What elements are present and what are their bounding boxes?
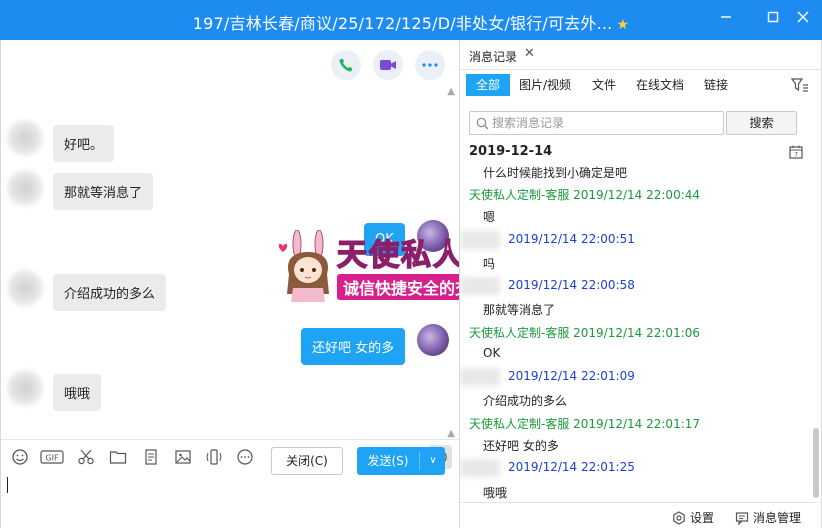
message-input[interactable] <box>1 473 460 513</box>
search-button[interactable]: 搜索 <box>726 111 797 135</box>
contact-avatar <box>7 370 43 406</box>
user-avatar <box>417 324 449 356</box>
maximize-icon[interactable] <box>761 8 785 32</box>
message-bubble: 那就等消息了 <box>53 173 154 210</box>
history-search-input[interactable] <box>492 115 720 131</box>
history-filter-row: 全部 图片/视频 文件 在线文档 链接 <box>460 74 822 96</box>
record-sender: 天使私人定制-客服 2019/12/14 22:00:44 <box>469 188 701 202</box>
settings-label: 设置 <box>690 511 715 525</box>
title-bar: 197/吉林长春/商议/25/172/125/D/非处女/银行/可去外... ★ <box>0 0 822 40</box>
emoji-icon[interactable] <box>11 448 29 466</box>
record-self-name <box>460 231 500 249</box>
history-panel: 消息记录 ✕ 全部 图片/视频 文件 在线文档 链接 搜索 2019-12-14… <box>459 40 822 528</box>
message-bubble: 还好吧 女的多 <box>301 328 406 365</box>
svg-text:7: 7 <box>794 152 798 159</box>
record-sender: 天使私人定制-客服 2019/12/14 22:01:17 <box>469 417 701 431</box>
record-text: 嗯 <box>483 210 496 224</box>
record-text: 那就等消息了 <box>483 303 556 317</box>
history-bottom-bar: 设置 消息管理 <box>460 502 822 528</box>
record-self-name <box>460 277 500 295</box>
star-icon[interactable]: ★ <box>616 17 629 33</box>
history-date: 2019-12-14 <box>469 144 553 159</box>
anime-girl-image <box>278 230 329 302</box>
record-self-time: 2019/12/14 22:00:51 <box>508 232 635 246</box>
image-icon[interactable] <box>174 448 192 466</box>
close-icon[interactable]: ✕ <box>524 46 535 61</box>
filter-files[interactable]: 文件 <box>592 74 616 96</box>
filter-links[interactable]: 链接 <box>704 74 728 96</box>
record-self-time: 2019/12/14 22:01:25 <box>508 460 635 474</box>
record-self-time: 2019/12/14 22:01:09 <box>508 369 635 383</box>
window-title: 197/吉林长春/商议/25/172/125/D/非处女/银行/可去外... ★ <box>192 14 630 33</box>
history-scrollbar[interactable] <box>813 428 819 498</box>
settings-button[interactable]: 设置 <box>672 509 714 526</box>
filter-media[interactable]: 图片/视频 <box>519 74 571 96</box>
send-button-divider <box>419 452 420 470</box>
contact-avatar <box>7 270 43 306</box>
message-manage-button[interactable]: 消息管理 <box>735 509 801 526</box>
search-icon <box>476 117 489 133</box>
record-text: 吗 <box>483 257 496 271</box>
scissors-icon[interactable] <box>77 448 95 466</box>
record-text: 介绍成功的多么 <box>483 394 568 408</box>
record-text: 什么时候能找到小确定是吧 <box>483 166 628 180</box>
contact-avatar <box>7 120 43 156</box>
message-manage-icon <box>735 511 749 525</box>
history-records: 2019-12-14 7 什么时候能找到小确定是吧 天使私人定制-客服 2019… <box>460 140 810 500</box>
phone-icon[interactable] <box>331 50 361 80</box>
record-text: 还好吧 女的多 <box>483 439 559 453</box>
scroll-down-arrow[interactable]: ▲ <box>447 428 455 439</box>
message-bubble: 好吧。 <box>53 125 115 162</box>
filter-all[interactable]: 全部 <box>466 74 511 96</box>
history-tab-bar: 消息记录 ✕ <box>460 40 822 70</box>
send-button[interactable]: 发送(S) ∨ <box>357 447 445 475</box>
gear-icon <box>673 510 685 525</box>
close-icon[interactable] <box>791 8 815 32</box>
more-options-icon[interactable] <box>236 448 254 466</box>
record-self-name <box>460 459 500 477</box>
history-search-box <box>469 111 724 135</box>
tab-message-history[interactable]: 消息记录 <box>469 48 517 65</box>
chevron-down-icon[interactable]: ∨ <box>423 447 443 475</box>
text-caret <box>7 477 8 493</box>
folder-icon[interactable] <box>109 448 127 466</box>
record-self-name <box>460 368 500 386</box>
send-button-label: 发送(S) <box>367 454 409 468</box>
record-text: 哦哦 <box>483 486 508 500</box>
record-self-time: 2019/12/14 22:00:58 <box>508 278 635 292</box>
message-bubble: 哦哦 <box>53 374 102 411</box>
calendar-icon[interactable]: 7 <box>788 144 804 163</box>
call-toolbar <box>331 50 445 80</box>
gif-icon[interactable]: GIF <box>40 448 64 466</box>
record-text: OK <box>483 346 501 360</box>
filter-icon[interactable] <box>790 77 809 96</box>
shake-icon[interactable] <box>205 448 223 466</box>
video-call-icon[interactable] <box>373 50 403 80</box>
minimize-icon[interactable] <box>714 8 738 32</box>
svg-text:GIF: GIF <box>45 454 59 463</box>
more-icon[interactable] <box>415 50 445 80</box>
manage-label: 消息管理 <box>753 511 802 525</box>
filter-online-docs[interactable]: 在线文档 <box>636 74 684 96</box>
close-button[interactable]: 关闭(C) <box>271 447 343 475</box>
record-sender: 天使私人定制-客服 2019/12/14 22:01:06 <box>469 326 701 340</box>
message-bubble: 介绍成功的多么 <box>53 274 167 311</box>
contact-avatar <box>7 170 43 206</box>
document-icon[interactable] <box>142 448 160 466</box>
